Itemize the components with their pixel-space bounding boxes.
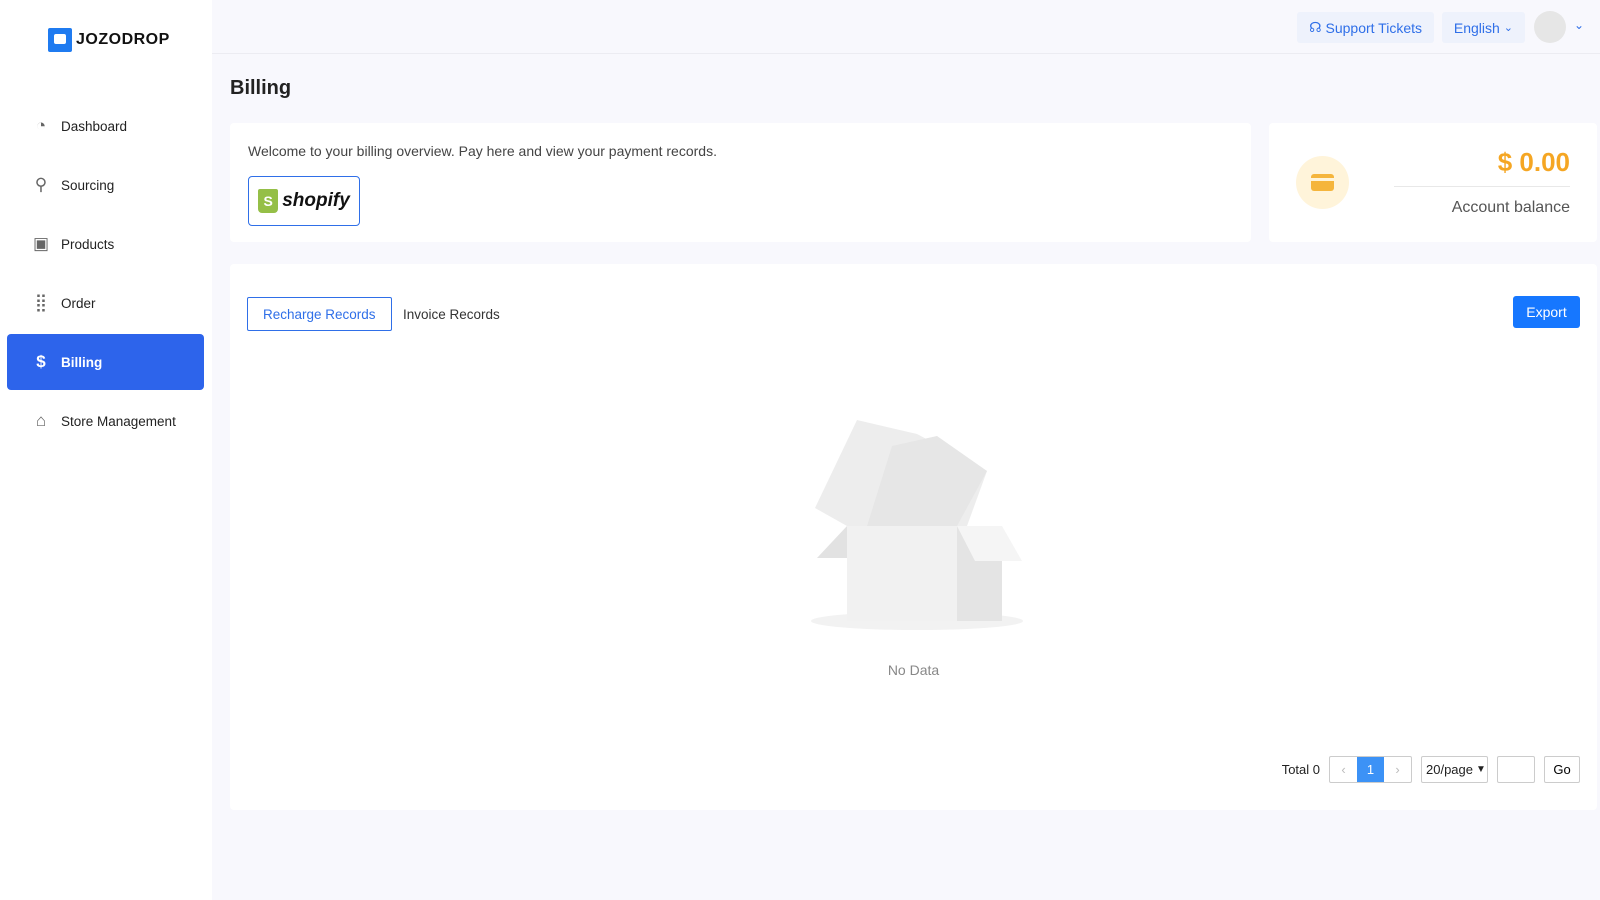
page-1-button[interactable]: 1 <box>1357 757 1384 782</box>
total-count: Total 0 <box>1281 762 1320 777</box>
chevron-down-icon: ▼ <box>1476 764 1486 775</box>
chevron-down-icon: ⌄ <box>1503 22 1513 34</box>
logo[interactable]: JOZODROP <box>48 28 170 52</box>
balance-label: Account balance <box>1451 199 1570 216</box>
sidebar-item-store-management[interactable]: ⌂ Store Management <box>7 393 204 449</box>
avatar[interactable] <box>1534 11 1566 43</box>
go-button[interactable]: Go <box>1544 756 1580 783</box>
page-size-select[interactable]: 20/page ▼ <box>1421 756 1488 783</box>
welcome-text: Welcome to your billing overview. Pay he… <box>248 143 717 159</box>
gauge-icon: ◔ <box>35 116 47 135</box>
language-select[interactable]: English ⌄ <box>1441 12 1525 43</box>
jump-page-input[interactable] <box>1497 756 1535 783</box>
sidebar-item-billing[interactable]: $ Billing <box>7 334 204 390</box>
tab-recharge-records[interactable]: Recharge Records <box>247 297 392 331</box>
credit-card-icon <box>1311 174 1334 191</box>
export-button[interactable]: Export <box>1513 296 1580 328</box>
billing-overview-card: Welcome to your billing overview. Pay he… <box>230 123 1251 242</box>
no-data-text: No Data <box>887 662 940 678</box>
empty-box-icon <box>811 420 1023 630</box>
box-icon: ▣ <box>32 234 50 253</box>
coins-icon: $ <box>36 352 46 371</box>
language-label: English <box>1453 19 1500 36</box>
sidebar-item-label: Billing <box>61 354 103 370</box>
brand-name: JOZODROP <box>76 31 170 48</box>
page-title: Billing <box>230 77 292 99</box>
sidebar-item-order[interactable]: ⣿ Order <box>7 275 204 331</box>
wallet-badge <box>1296 156 1349 209</box>
headset-icon: ☊ <box>1309 19 1322 35</box>
sidebar-item-sourcing[interactable]: ⚲ Sourcing <box>7 157 204 213</box>
grid-icon: ⣿ <box>34 293 48 312</box>
sidebar-item-label: Store Management <box>61 413 176 429</box>
pagination: Total 0 ‹ 1 › 20/page ▼ Go <box>1282 756 1580 783</box>
account-balance-card: $ 0.00 Account balance <box>1269 123 1597 242</box>
shopify-bag-icon: S <box>258 189 279 213</box>
sidebar-item-label: Products <box>61 236 115 252</box>
chevron-down-icon[interactable]: ⌄ <box>1574 18 1584 32</box>
sidebar-item-products[interactable]: ▣ Products <box>7 216 204 272</box>
sidebar-item-label: Sourcing <box>61 177 115 193</box>
records-card: Recharge Records Invoice Records Export … <box>230 264 1597 810</box>
next-page-button[interactable]: › <box>1384 757 1411 782</box>
sidebar-item-label: Dashboard <box>61 118 128 134</box>
sidebar: JOZODROP ◔ Dashboard ⚲ Sourcing ▣ Products … <box>0 0 212 900</box>
sidebar-item-dashboard[interactable]: ◔ Dashboard <box>7 98 204 154</box>
divider <box>1394 186 1570 187</box>
shopify-pay-button[interactable]: Sshopify <box>248 176 360 226</box>
support-label: Support Tickets <box>1325 19 1423 36</box>
balance-amount: $ 0.00 <box>1497 147 1570 177</box>
page-size-value: 20/page <box>1426 762 1473 777</box>
top-header: ☊ Support Tickets English ⌄ ⌄ <box>212 0 1600 54</box>
shopify-label: shopify <box>282 190 350 211</box>
sidebar-item-label: Order <box>61 295 96 311</box>
support-tickets-button[interactable]: ☊ Support Tickets <box>1297 12 1434 43</box>
sidebar-nav: ◔ Dashboard ⚲ Sourcing ▣ Products ⣿ Order $ B… <box>7 98 204 452</box>
search-heart-icon: ⚲ <box>34 175 48 194</box>
page-buttons: ‹ 1 › <box>1329 756 1412 783</box>
prev-page-button[interactable]: ‹ <box>1330 757 1357 782</box>
tab-invoice-records[interactable]: Invoice Records <box>388 297 515 331</box>
store-icon: ⌂ <box>35 411 47 430</box>
logo-icon <box>48 28 72 52</box>
